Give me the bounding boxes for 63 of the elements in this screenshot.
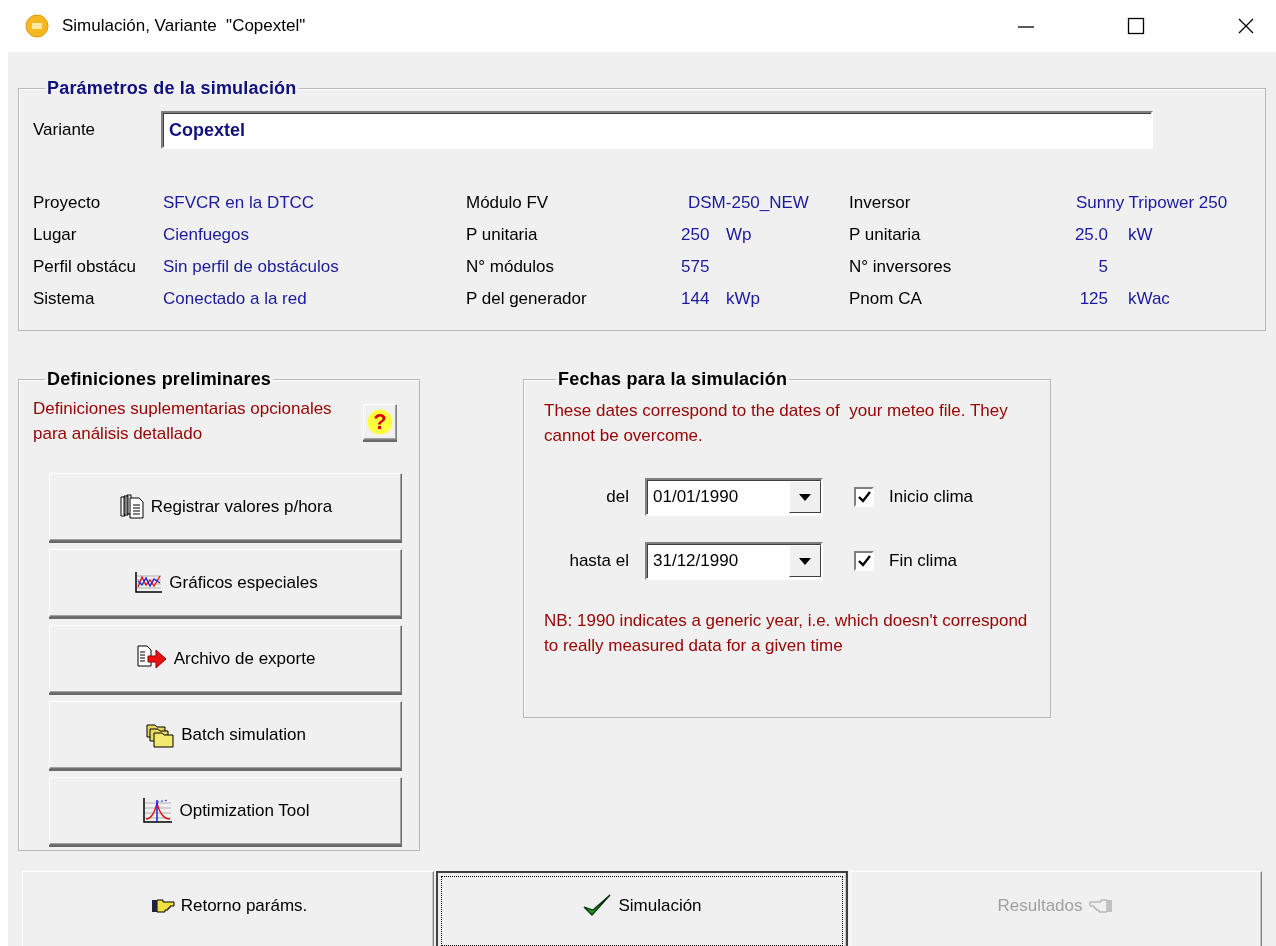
chart-icon — [141, 797, 174, 825]
action-button[interactable]: Simulación — [436, 871, 848, 946]
tool-button[interactable]: Optimization Tool — [49, 777, 402, 845]
parameter-label: N° módulos — [466, 257, 556, 277]
tool-button[interactable]: Batch simulation — [49, 701, 402, 769]
line-chart-icon — [133, 571, 164, 595]
parameter-value: Sunny Tripower 250 — [1076, 193, 1228, 213]
field-label: hasta el — [568, 551, 629, 571]
group-title: Definiciones preliminares — [46, 369, 273, 390]
parameter-label: P del generador — [466, 289, 588, 309]
maximize-icon[interactable] — [1126, 16, 1146, 36]
unit-label: kWp — [726, 289, 760, 309]
variant-field[interactable]: Copextel — [161, 111, 1153, 149]
parameter-value: Sin perfil de obstáculos — [163, 257, 339, 277]
group-title: Fechas para la simulación — [557, 369, 789, 390]
unit-label: kWac — [1128, 289, 1170, 309]
date-dropdown[interactable]: 01/01/1990 — [645, 478, 823, 516]
parameter-label: Proyecto — [33, 193, 102, 213]
parameter-label: Sistema — [33, 289, 96, 309]
unit-label: Wp — [726, 225, 752, 245]
parameter-value: 25.0 — [1073, 225, 1108, 245]
parameter-label: P unitaria — [849, 225, 922, 245]
parameter-label: Lugar — [33, 225, 78, 245]
parameter-label: Inversor — [849, 193, 912, 213]
action-button[interactable]: Retorno paráms. — [22, 871, 434, 946]
checkbox[interactable] — [854, 487, 874, 507]
parameter-value: Cienfuegos — [163, 225, 249, 245]
info-text: Definiciones suplementarias opcionales para análisis detallado — [33, 398, 333, 445]
parameter-value: 250 — [681, 225, 711, 245]
help-button[interactable]: ? — [363, 404, 397, 440]
checkbox[interactable] — [854, 551, 874, 571]
folders-icon — [145, 721, 176, 749]
parameter-label: Perfil obstácu — [33, 257, 137, 277]
tool-button[interactable]: Gráficos especiales — [49, 549, 402, 617]
close-icon[interactable] — [1236, 16, 1256, 36]
dropdown-arrow-icon — [799, 557, 811, 565]
parameter-label: Pnom CA — [849, 289, 923, 309]
unit-label: kW — [1128, 225, 1153, 245]
parameter-label: P unitaria — [466, 225, 539, 245]
parameter-value: 125 — [1078, 289, 1108, 309]
parameter-value: SFVCR en la DTCC — [163, 193, 315, 213]
parameter-label: N° inversores — [849, 257, 953, 277]
parameter-value: Conectado a la red — [163, 289, 307, 309]
parameter-value: DSM-250_NEW — [688, 193, 809, 213]
tool-button[interactable]: Archivo de exporte — [49, 625, 402, 693]
field-label: del — [605, 487, 629, 507]
window-title: Simulación, Variante "Copextel" — [62, 16, 306, 36]
date-dropdown[interactable]: 31/12/1990 — [645, 542, 823, 580]
pointing-hand-icon — [1088, 898, 1115, 914]
info-text: NB: 1990 indicates a generic year, i.e. which doesn't correspond to really measured data for a given time — [544, 610, 1029, 657]
app-icon — [25, 14, 49, 38]
parameter-value: 144 — [681, 289, 711, 309]
tool-button[interactable]: Registrar valores p/hora — [49, 473, 402, 541]
checkbox-label: Fin clima — [889, 551, 957, 571]
checkbox-label: Inicio clima — [889, 487, 974, 507]
dropdown-arrow-icon — [799, 493, 811, 501]
info-text: These dates correspond to the dates of your meteo file. They cannot be overcome. — [544, 400, 1009, 447]
field-label: Variante — [33, 120, 97, 140]
pages-icon — [118, 494, 145, 520]
group-title: Parámetros de la simulación — [46, 78, 298, 99]
parameter-value: 575 — [681, 257, 711, 277]
parameter-value: 5 — [1097, 257, 1108, 277]
parameter-label: Módulo FV — [466, 193, 550, 213]
